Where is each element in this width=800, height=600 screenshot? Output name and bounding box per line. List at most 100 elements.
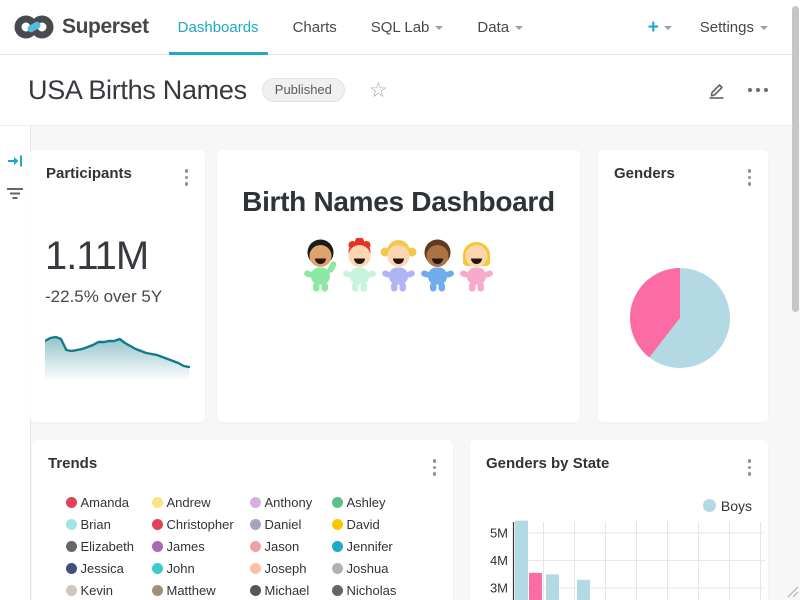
- nav-item-data[interactable]: Data: [460, 0, 540, 54]
- legend-item-john[interactable]: John: [152, 561, 250, 576]
- legend-item-michael[interactable]: Michael: [250, 583, 332, 598]
- settings-label: Settings: [700, 19, 754, 36]
- card-title: Genders by State: [486, 455, 609, 472]
- legend-label: Nicholas: [347, 583, 397, 598]
- legend-label: Andrew: [167, 495, 211, 510]
- legend-item-amanda[interactable]: Amanda: [66, 495, 152, 510]
- top-navbar: Superset Dashboards Charts SQL Lab Data …: [0, 0, 800, 55]
- resize-handle-icon[interactable]: [786, 585, 799, 598]
- published-badge[interactable]: Published: [262, 78, 345, 102]
- legend-label: Anthony: [265, 495, 313, 510]
- kebab-menu-icon[interactable]: [180, 165, 194, 190]
- participants-delta: -22.5% over 5Y: [45, 287, 205, 307]
- scrollbar-thumb[interactable]: [792, 6, 799, 312]
- nav-item-sql-lab[interactable]: SQL Lab: [354, 0, 461, 54]
- legend-label: Daniel: [265, 517, 302, 532]
- new-item-button[interactable]: +: [648, 18, 672, 37]
- legend-item-christopher[interactable]: Christopher: [152, 517, 250, 532]
- kid-mint-red-hair: [341, 238, 378, 292]
- legend-label: Amanda: [81, 495, 129, 510]
- legend-item-jessica[interactable]: Jessica: [66, 561, 152, 576]
- kebab-menu-icon[interactable]: [428, 455, 442, 480]
- legend-label: David: [347, 517, 380, 532]
- legend-dot: [332, 519, 343, 530]
- legend-label: Joshua: [347, 561, 389, 576]
- genders-by-state-bar-chart[interactable]: 5M4M3M: [470, 516, 768, 600]
- card-title: Genders: [614, 165, 675, 182]
- legend-dot: [66, 541, 77, 552]
- nav-menu: Dashboards Charts SQL Lab Data: [161, 0, 540, 54]
- legend-item-david[interactable]: David: [332, 517, 420, 532]
- legend-item-elizabeth[interactable]: Elizabeth: [66, 539, 152, 554]
- svg-text:5M: 5M: [490, 525, 508, 540]
- legend-dot: [152, 585, 163, 596]
- superset-infinity-icon: [13, 12, 55, 42]
- legend-item-anthony[interactable]: Anthony: [250, 495, 332, 510]
- legend-dot: [332, 541, 343, 552]
- chevron-down-icon: [435, 26, 443, 30]
- legend-item-jennifer[interactable]: Jennifer: [332, 539, 420, 554]
- legend-item-jason[interactable]: Jason: [250, 539, 332, 554]
- legend-dot: [152, 519, 163, 530]
- kebab-menu-icon[interactable]: [743, 165, 757, 190]
- kids-illustration: [217, 238, 580, 292]
- filter-bar: [0, 126, 31, 600]
- card-genders: Genders: [598, 150, 768, 422]
- legend-item-nicholas[interactable]: Nicholas: [332, 583, 420, 598]
- legend-label: Michael: [265, 583, 310, 598]
- legend-dot: [332, 497, 343, 508]
- legend-item-james[interactable]: James: [152, 539, 250, 554]
- legend-dot: [250, 497, 261, 508]
- kebab-menu-icon[interactable]: [743, 455, 757, 480]
- kid-green-black-hair: [302, 238, 339, 292]
- card-participants: Participants 1.11M -22.5% over 5Y: [30, 150, 205, 422]
- edit-pencil-icon[interactable]: [705, 79, 727, 101]
- settings-menu[interactable]: Settings: [700, 19, 768, 36]
- legend-label: James: [167, 539, 205, 554]
- legend-item-joseph[interactable]: Joseph: [250, 561, 332, 576]
- legend-item-andrew[interactable]: Andrew: [152, 495, 250, 510]
- legend-label: Matthew: [167, 583, 216, 598]
- legend-item-joshua[interactable]: Joshua: [332, 561, 420, 576]
- legend-item-matthew[interactable]: Matthew: [152, 583, 250, 598]
- card-title: Participants: [46, 165, 132, 182]
- legend-item-brian[interactable]: Brian: [66, 517, 152, 532]
- intro-title: Birth Names Dashboard: [217, 186, 580, 218]
- legend-label: Elizabeth: [81, 539, 134, 554]
- legend-item-boys[interactable]: Boys: [470, 498, 768, 514]
- nav-label: Dashboards: [178, 19, 259, 36]
- expand-filter-bar-icon[interactable]: [7, 153, 24, 169]
- kid-pink-blonde: [458, 238, 495, 292]
- header-actions: [705, 79, 772, 101]
- chevron-down-icon: [664, 26, 672, 30]
- legend-dot: [66, 585, 77, 596]
- card-genders-by-state: Genders by State Boys 5M4M3M: [470, 440, 768, 600]
- legend-dot: [152, 563, 163, 574]
- legend-label: Christopher: [167, 517, 234, 532]
- card-title: Trends: [48, 455, 97, 472]
- plus-icon: +: [648, 18, 659, 37]
- svg-text:3M: 3M: [490, 580, 508, 595]
- card-trends: Trends Amanda Andrew Anthony Ashley Brian Chr…: [32, 440, 453, 600]
- participants-sparkline-chart[interactable]: [45, 329, 191, 383]
- nav-item-dashboards[interactable]: Dashboards: [161, 0, 276, 54]
- genders-pie-chart[interactable]: [598, 190, 768, 420]
- more-actions-icon[interactable]: [744, 84, 772, 96]
- trends-legend: Amanda Andrew Anthony Ashley Brian Christophe…: [32, 495, 453, 600]
- filter-icon[interactable]: [6, 187, 24, 201]
- legend-dot: [332, 585, 343, 596]
- legend-item-daniel[interactable]: Daniel: [250, 517, 332, 532]
- page-title: USA Births Names: [28, 75, 247, 106]
- favorite-star-icon[interactable]: ☆: [369, 80, 388, 101]
- nav-item-charts[interactable]: Charts: [276, 0, 354, 54]
- superset-logo[interactable]: Superset: [13, 12, 149, 42]
- legend-label: John: [167, 561, 195, 576]
- legend-label: Ashley: [347, 495, 386, 510]
- legend-dot: [250, 585, 261, 596]
- legend-item-kevin[interactable]: Kevin: [66, 583, 152, 598]
- nav-label: Data: [477, 19, 509, 36]
- chevron-down-icon: [515, 26, 523, 30]
- legend-item-ashley[interactable]: Ashley: [332, 495, 420, 510]
- legend-label: Kevin: [81, 583, 114, 598]
- card-intro-markdown: Birth Names Dashboard: [217, 150, 580, 422]
